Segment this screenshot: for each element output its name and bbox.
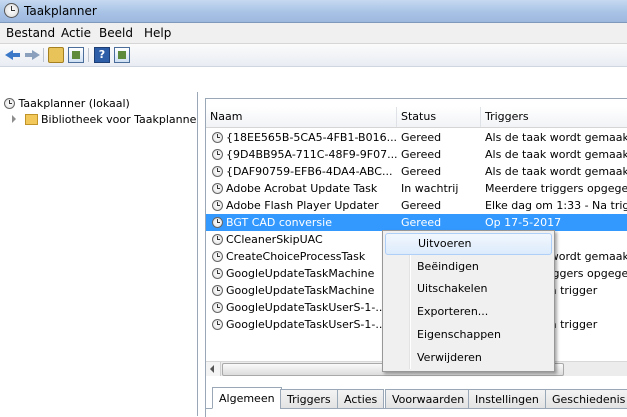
task-name: GoogleUpdateTaskUserS-1-... <box>226 301 386 314</box>
task-icon <box>212 302 223 313</box>
menu-bestand[interactable]: Bestand <box>6 26 55 40</box>
console-tree: Taakplanner (lokaal) Bibliotheek voor Ta… <box>0 92 198 416</box>
task-name: {9D4BB95A-711C-48F9-9F07... <box>226 148 397 161</box>
task-icon <box>212 166 223 177</box>
menu-actie[interactable]: Actie <box>61 26 91 40</box>
task-icon <box>212 183 223 194</box>
task-name: BGT CAD conversie <box>226 216 332 229</box>
task-status: Gereed <box>401 165 442 178</box>
tree-item-label: Taakplanner (lokaal) <box>18 97 130 110</box>
tree-item-label: Bibliotheek voor Taakplanner <box>41 113 197 126</box>
menu-item-verwijderen[interactable]: Verwijderen <box>385 347 552 369</box>
task-status: In wachtrij <box>401 182 459 195</box>
task-icon <box>212 234 223 245</box>
column-header-naam[interactable]: Naam <box>206 107 397 127</box>
task-name: CCleanerSkipUAC <box>226 233 323 246</box>
scroll-left-icon[interactable] <box>206 362 221 376</box>
menu-item-exporteren[interactable]: Exporteren... <box>385 301 552 323</box>
task-icon <box>212 217 223 228</box>
task-name: GoogleUpdateTaskUserS-1-... <box>226 318 386 331</box>
menu-item-uitvoeren[interactable]: Uitvoeren <box>385 233 552 255</box>
task-icon <box>212 268 223 279</box>
task-row[interactable]: Adobe Acrobat Update Task In wachtrij Me… <box>206 180 627 197</box>
task-trigger: Als de taak wordt gemaakt of gewijzigd <box>485 165 627 178</box>
task-icon <box>212 319 223 330</box>
toolbar: ? <box>0 44 627 67</box>
task-name: Adobe Flash Player Updater <box>226 199 379 212</box>
menu-help[interactable]: Help <box>144 26 171 40</box>
task-row[interactable]: {DAF90759-EFB6-4DA4-ABC... Gereed Als de… <box>206 163 627 180</box>
task-name: Adobe Acrobat Update Task <box>226 182 378 195</box>
menu-bar: Bestand Actie Beeld Help <box>0 23 627 44</box>
tab-geschiedenis[interactable]: Geschiedenis <box>545 389 627 409</box>
menu-item-eigenschappen[interactable]: Eigenschappen <box>385 324 552 346</box>
forward-arrow-icon[interactable] <box>24 47 40 63</box>
task-name: GoogleUpdateTaskMachine <box>226 267 375 280</box>
list-header: Naam Status Triggers <box>206 107 627 128</box>
up-folder-icon[interactable] <box>48 47 64 63</box>
task-status: Gereed <box>401 131 442 144</box>
task-row[interactable]: Adobe Flash Player Updater Gereed Elke d… <box>206 197 627 214</box>
column-header-triggers[interactable]: Triggers <box>481 107 627 127</box>
task-trigger: Elke dag om 1:33 - Na trigger <box>485 199 627 212</box>
task-status: Gereed <box>401 216 442 229</box>
task-icon <box>212 132 223 143</box>
tab-acties[interactable]: Acties <box>337 389 385 409</box>
task-icon <box>212 285 223 296</box>
tab-instellingen[interactable]: Instellingen <box>468 389 546 409</box>
tab-triggers[interactable]: Triggers <box>280 389 338 409</box>
task-icon <box>212 200 223 211</box>
toolbar-separator <box>43 48 44 62</box>
task-name: {18EE565B-5CA5-4FB1-B016... <box>226 131 397 144</box>
show-hide-action-pane-icon[interactable] <box>114 47 130 63</box>
tab-algemeen[interactable]: Algemeen <box>212 387 282 409</box>
window-title: Taakplanner <box>24 4 97 18</box>
context-menu: Uitvoeren Beëindigen Uitschakelen Export… <box>382 230 555 372</box>
menu-item-beeindigen[interactable]: Beëindigen <box>385 256 552 278</box>
task-icon <box>212 251 223 262</box>
tab-voorwaarden[interactable]: Voorwaarden <box>385 389 472 409</box>
column-header-status[interactable]: Status <box>397 107 481 127</box>
menu-item-uitschakelen[interactable]: Uitschakelen <box>385 278 552 300</box>
task-trigger: Als de taak wordt gemaakt of gewijzigd <box>485 148 627 161</box>
task-trigger: Op 17-5-2017 <box>485 216 562 229</box>
task-row-selected[interactable]: BGT CAD conversie Gereed Op 17-5-2017 <box>206 214 627 231</box>
show-hide-console-tree-icon[interactable] <box>68 47 84 63</box>
task-row[interactable]: {18EE565B-5CA5-4FB1-B016... Gereed Als d… <box>206 129 627 146</box>
task-row[interactable]: {9D4BB95A-711C-48F9-9F07... Gereed Als d… <box>206 146 627 163</box>
back-arrow-icon[interactable] <box>5 47 21 63</box>
menu-beeld[interactable]: Beeld <box>99 26 133 40</box>
task-status: Gereed <box>401 148 442 161</box>
task-name: {DAF90759-EFB6-4DA4-ABC... <box>226 165 393 178</box>
expand-arrow-icon[interactable] <box>12 115 16 123</box>
folder-clock-icon <box>24 114 38 125</box>
help-icon[interactable]: ? <box>94 47 110 63</box>
toolbar-separator <box>88 48 89 62</box>
task-trigger: Meerdere triggers opgegeven <box>485 182 627 195</box>
detail-tabs: Algemeen Triggers Acties Voorwaarden Ins… <box>206 386 627 409</box>
task-name: CreateChoiceProcessTask <box>226 250 366 263</box>
task-icon <box>212 149 223 160</box>
task-scheduler-icon <box>4 98 15 109</box>
task-trigger: Als de taak wordt gemaakt of gewijzigd <box>485 131 627 144</box>
tree-item-taakplanner-lokaal[interactable]: Taakplanner (lokaal) <box>4 96 130 112</box>
title-bar: Taakplanner <box>0 0 627 23</box>
tree-item-bibliotheek[interactable]: Bibliotheek voor Taakplanner <box>12 112 197 128</box>
task-status: Gereed <box>401 199 442 212</box>
task-name: GoogleUpdateTaskMachine <box>226 284 375 297</box>
task-scheduler-icon <box>4 3 19 18</box>
